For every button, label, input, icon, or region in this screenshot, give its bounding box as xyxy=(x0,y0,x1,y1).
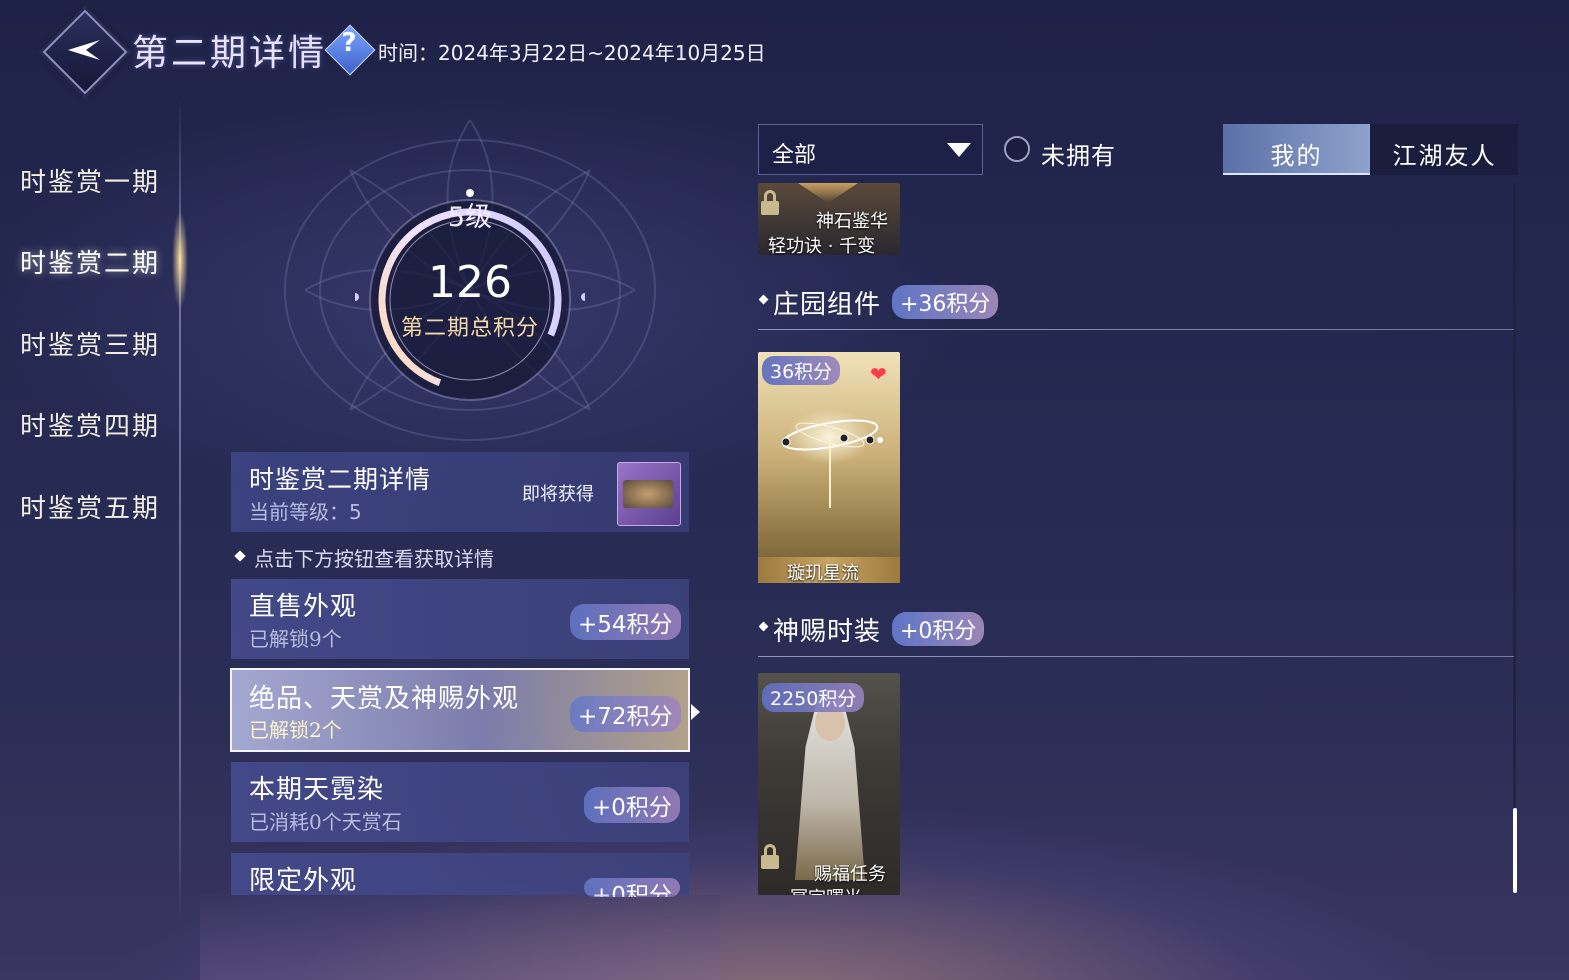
item-points-tag: 36积分 xyxy=(762,356,841,385)
selected-row-pointer-icon xyxy=(691,704,700,720)
category-title: 本期天霓染 xyxy=(249,775,385,805)
scrollbar-track[interactable] xyxy=(1513,183,1516,893)
section-bullet-icon xyxy=(758,294,769,305)
upcoming-reward-label: 即将获得 xyxy=(522,484,594,505)
page-title: 第二期详情 xyxy=(132,33,328,74)
category-points: +54积分 xyxy=(570,604,681,640)
current-level: 当前等级：5 xyxy=(249,500,362,524)
category-points: +0积分 xyxy=(584,787,680,823)
item-card-name: 轻功诀 · 千变 xyxy=(768,236,876,257)
nav-item-period-1[interactable]: 时鉴赏一期 xyxy=(20,162,160,199)
period-detail-title: 时鉴赏二期详情 xyxy=(249,465,432,494)
tab-friends-label: 江湖友人 xyxy=(1392,142,1497,170)
hint-text: 点击下方按钮查看获取详情 xyxy=(254,547,494,571)
category-title: 绝品、天赏及神赐外观 xyxy=(249,684,520,714)
reward-image xyxy=(623,480,673,508)
section-title-estate: 庄园组件 xyxy=(773,290,882,320)
list-fade-overlay xyxy=(200,895,720,980)
chevron-down-icon xyxy=(947,143,971,157)
total-score-label: 第二期总积分 xyxy=(400,316,539,341)
total-score-value: 126 xyxy=(428,257,512,308)
item-card-tag: 神石鉴华 xyxy=(816,211,888,232)
nav-item-period-5[interactable]: 时鉴赏五期 xyxy=(20,488,160,525)
orbit-ornament xyxy=(781,419,883,508)
nav-item-period-2[interactable]: 时鉴赏二期 xyxy=(20,243,160,280)
category-sub: 已解锁2个 xyxy=(249,718,342,742)
tab-mine-label: 我的 xyxy=(1270,142,1323,170)
category-title: 直售外观 xyxy=(249,592,358,622)
category-sub: 已消耗0个天赏石 xyxy=(249,810,402,834)
lock-body xyxy=(761,855,779,869)
not-owned-label[interactable]: 未拥有 xyxy=(1041,136,1116,171)
item-points-tag: 2250积分 xyxy=(762,683,865,712)
hint-bullet-icon xyxy=(234,550,246,562)
lock-body xyxy=(761,201,779,215)
filter-dropdown-value: 全部 xyxy=(772,143,817,168)
back-arrow-icon xyxy=(68,40,100,60)
section-points-estate: +36积分 xyxy=(892,285,999,319)
item-card-name: 冥宇曙光 xyxy=(790,884,862,895)
category-points: +72积分 xyxy=(570,696,681,732)
section-divider xyxy=(758,656,1514,657)
level-label: 5级 xyxy=(447,202,493,233)
item-card-name: 璇玑星流 xyxy=(787,563,859,584)
nav-active-indicator xyxy=(172,210,188,310)
section-bullet-icon xyxy=(758,621,769,632)
item-card-tag: 赐福任务 xyxy=(814,864,886,885)
help-icon[interactable]: ? xyxy=(332,28,366,58)
category-title: 限定外观 xyxy=(249,866,358,896)
section-divider xyxy=(758,329,1514,330)
section-points-outfit: +0积分 xyxy=(892,612,985,646)
category-sub: 已解锁9个 xyxy=(249,627,342,651)
nav-item-period-4[interactable]: 时鉴赏四期 xyxy=(20,406,160,443)
section-title-outfit: 神赐时装 xyxy=(773,617,882,647)
event-period: 时间：2024年3月22日~2024年10月25日 xyxy=(378,41,766,65)
nav-item-period-3[interactable]: 时鉴赏三期 xyxy=(20,325,160,362)
scrollbar-thumb[interactable] xyxy=(1513,808,1517,893)
not-owned-radio[interactable] xyxy=(1004,136,1030,162)
favorite-heart-icon[interactable]: ❤ xyxy=(870,362,887,386)
